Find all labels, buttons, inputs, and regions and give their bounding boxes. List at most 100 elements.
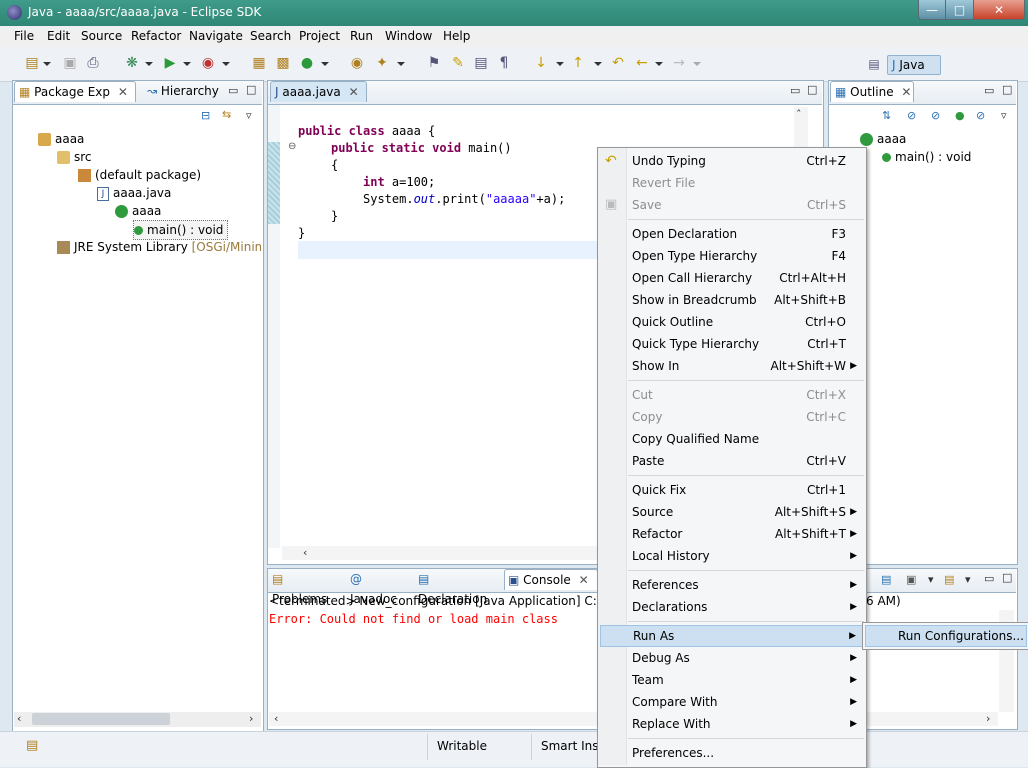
- menu-source[interactable]: Source: [81, 29, 122, 43]
- tab-problems[interactable]: ▤ Problems: [272, 569, 342, 606]
- tree-item-jre-library[interactable]: JRE System Library [OSGi/Minimun: [57, 238, 261, 256]
- menu-item-refactor[interactable]: Refactor Alt+Shift+T ▶: [598, 523, 866, 545]
- menu-item-open-type-hierarchy[interactable]: Open Type Hierarchy F4: [598, 245, 866, 267]
- minimize-view-icon[interactable]: ▭: [228, 84, 238, 97]
- menu-item-copy-qualified-name[interactable]: Copy Qualified Name: [598, 428, 866, 450]
- menu-item-open-declaration[interactable]: Open Declaration F3: [598, 223, 866, 245]
- fast-view-icon[interactable]: ▤: [26, 738, 38, 753]
- hide-local-types-icon[interactable]: ⊘: [976, 109, 985, 122]
- hscroll-thumb[interactable]: [32, 713, 170, 725]
- menu-item-local-history[interactable]: Local History ▶: [598, 545, 866, 567]
- block-selection-icon[interactable]: ▤: [473, 55, 489, 71]
- tab-package-explorer[interactable]: ▦ Package Exp ✕: [14, 81, 136, 102]
- tab-console[interactable]: ▣ Console ✕: [504, 569, 598, 590]
- code-line-6[interactable]: }: [331, 209, 338, 223]
- tree-item-class[interactable]: aaaa: [115, 202, 161, 220]
- last-edit-icon[interactable]: ↶: [610, 55, 626, 71]
- tab-hierarchy[interactable]: ↝ Hierarchy: [147, 81, 221, 101]
- outline-item-main-method[interactable]: main() : void: [882, 148, 971, 166]
- tab-declaration[interactable]: ▤ Declaration: [418, 569, 500, 606]
- next-annotation-dropdown-icon[interactable]: [556, 62, 564, 66]
- run-dropdown-icon[interactable]: [183, 62, 191, 66]
- maximize-button[interactable]: □: [945, 0, 974, 20]
- maximize-editor-icon[interactable]: □: [807, 83, 817, 96]
- menu-item-compare-with[interactable]: Compare With ▶: [598, 691, 866, 713]
- java-perspective-button[interactable]: J Java: [887, 55, 941, 75]
- menu-item-show-in[interactable]: Show In Alt+Shift+W ▶: [598, 355, 866, 377]
- menu-item-undo-typing[interactable]: ↶ Undo Typing Ctrl+Z: [598, 150, 866, 172]
- editor-scroll-left-icon[interactable]: ‹: [303, 546, 307, 559]
- menu-item-quick-fix[interactable]: Quick Fix Ctrl+1: [598, 479, 866, 501]
- open-perspective-icon[interactable]: ▤: [866, 56, 882, 72]
- tree-item-java-file[interactable]: Jaaaa.java: [97, 184, 171, 202]
- menu-item-team[interactable]: Team ▶: [598, 669, 866, 691]
- hide-static-icon[interactable]: ⊘: [931, 109, 940, 122]
- menu-file[interactable]: File: [14, 29, 34, 43]
- menu-project[interactable]: Project: [299, 29, 340, 43]
- maximize-console-icon[interactable]: □: [1002, 571, 1012, 584]
- search-icon[interactable]: ✦: [374, 55, 390, 71]
- menu-item-quick-outline[interactable]: Quick Outline Ctrl+O: [598, 311, 866, 333]
- close-button[interactable]: ✕: [973, 0, 1025, 20]
- menu-item-references[interactable]: References ▶: [598, 574, 866, 596]
- tab-javadoc[interactable]: @ Javadoc: [350, 569, 412, 606]
- close-editor-icon[interactable]: ✕: [349, 85, 359, 99]
- show-whitespace-icon[interactable]: ¶: [496, 55, 512, 71]
- menu-item-replace-with[interactable]: Replace With ▶: [598, 713, 866, 735]
- scroll-right-icon[interactable]: ›: [249, 712, 253, 725]
- next-annotation-icon[interactable]: ↓: [533, 55, 549, 71]
- menu-item-show-in-breadcrumb[interactable]: Show in Breadcrumb Alt+Shift+B: [598, 289, 866, 311]
- previous-annotation-icon[interactable]: ↑: [570, 55, 586, 71]
- scroll-left-icon[interactable]: ‹: [17, 712, 21, 725]
- menu-refactor[interactable]: Refactor: [131, 29, 181, 43]
- minimize-console-icon[interactable]: ▭: [984, 572, 994, 585]
- menu-navigate[interactable]: Navigate: [189, 29, 243, 43]
- back-dropdown-icon[interactable]: [655, 62, 663, 66]
- menu-item-source[interactable]: Source Alt+Shift+S ▶: [598, 501, 866, 523]
- sort-icon[interactable]: ⇅: [882, 109, 891, 122]
- menu-item-debug-as[interactable]: Debug As ▶: [598, 647, 866, 669]
- hide-fields-icon[interactable]: ⊘: [907, 109, 916, 122]
- menu-item-quick-type-hierarchy[interactable]: Quick Type Hierarchy Ctrl+T: [598, 333, 866, 355]
- external-tools-icon[interactable]: ◉: [200, 55, 216, 71]
- back-icon[interactable]: ←: [634, 55, 650, 71]
- menu-item-run-as[interactable]: Run As ▶: [600, 625, 864, 647]
- view-menu-icon[interactable]: ▿: [246, 109, 252, 122]
- open-console-icon[interactable]: ▤: [944, 573, 954, 586]
- collapse-all-icon[interactable]: ⊟: [201, 109, 210, 122]
- debug-icon[interactable]: ❋: [124, 55, 140, 71]
- submenu-item-run-configurations[interactable]: Run Configurations...: [865, 625, 1027, 647]
- open-type-icon[interactable]: ◉: [349, 55, 365, 71]
- menu-help[interactable]: Help: [443, 29, 470, 43]
- debug-dropdown-icon[interactable]: [145, 62, 153, 66]
- code-line-3[interactable]: {: [331, 158, 338, 172]
- new-package-icon[interactable]: ▩: [275, 55, 291, 71]
- maximize-view-icon[interactable]: □: [246, 83, 256, 96]
- tab-outline[interactable]: ▦ Outline ✕: [830, 81, 914, 102]
- minimize-button[interactable]: —: [918, 0, 946, 20]
- menu-run[interactable]: Run: [350, 29, 373, 43]
- minimize-editor-icon[interactable]: ▭: [790, 84, 800, 97]
- close-console-icon[interactable]: ✕: [579, 573, 589, 587]
- new-class-dropdown-icon[interactable]: [321, 62, 329, 66]
- tree-item-default-package[interactable]: (default package): [78, 166, 201, 184]
- menu-search[interactable]: Search: [250, 29, 291, 43]
- highlight-icon[interactable]: ✎: [450, 55, 466, 71]
- open-console-dropdown-icon[interactable]: ▾: [965, 573, 971, 586]
- code-line-2[interactable]: public static void main(): [331, 141, 512, 155]
- menu-item-declarations[interactable]: Declarations ▶: [598, 596, 866, 618]
- close-outline-icon[interactable]: ✕: [901, 85, 911, 99]
- menu-item-preferences[interactable]: Preferences...: [598, 742, 866, 764]
- external-tools-dropdown-icon[interactable]: [222, 62, 230, 66]
- hide-nonpublic-icon[interactable]: ●: [955, 109, 965, 122]
- previous-annotation-dropdown-icon[interactable]: [594, 62, 602, 66]
- console-scroll-right-icon[interactable]: ›: [986, 712, 990, 725]
- print-icon[interactable]: ⎙: [85, 55, 101, 71]
- run-icon[interactable]: ▶: [162, 55, 178, 71]
- code-line-1[interactable]: public class aaaa {: [298, 124, 435, 138]
- maximize-outline-icon[interactable]: □: [1002, 83, 1012, 96]
- display-console-icon[interactable]: ▣: [906, 573, 916, 586]
- search-dropdown-icon[interactable]: [397, 62, 405, 66]
- menu-item-paste[interactable]: Paste Ctrl+V: [598, 450, 866, 472]
- tree-item-main-method[interactable]: main() : void: [133, 220, 229, 240]
